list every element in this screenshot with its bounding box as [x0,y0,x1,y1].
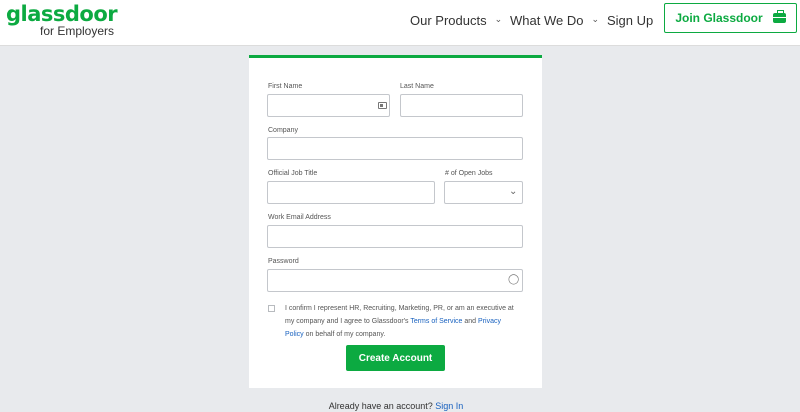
create-account-button[interactable]: Create Account [346,345,445,371]
briefcase-icon [772,10,786,23]
glassdoor-logo[interactable]: glassdoor for Employers [6,2,118,38]
company-label: Company [268,127,298,134]
join-glassdoor-label: Join Glassdoor [675,11,763,25]
logo-subtitle: for Employers [40,24,115,38]
nav-our-products-label: Our Products [410,13,487,28]
password-key-icon[interactable]: ◯ [508,274,519,285]
contact-card-icon [378,102,387,109]
nav-what-we-do[interactable]: What We Do ⌄ [510,13,599,28]
company-field[interactable] [267,137,523,160]
work-email-label: Work Email Address [268,214,331,221]
nav-sign-up-label: Sign Up [607,13,654,28]
open-jobs-label: # of Open Jobs [445,170,493,177]
chevron-down-icon: ⌄ [509,186,518,197]
job-title-label: Official Job Title [268,170,318,177]
nav-sign-up[interactable]: Sign Up [607,13,653,28]
sign-in-link[interactable]: Sign In [435,401,463,411]
nav-what-we-do-label: What We Do [510,13,584,28]
job-title-field[interactable] [267,181,435,204]
nav-our-products[interactable]: Our Products ⌄ [410,13,502,28]
terms-of-service-link[interactable]: Terms of Service [410,318,462,325]
password-field[interactable] [267,269,523,292]
first-name-field[interactable] [267,94,390,117]
first-name-label: First Name [268,83,303,90]
consent-text-after: on behalf of my company. [303,331,386,338]
join-glassdoor-button[interactable]: Join Glassdoor [664,3,797,33]
consent-text-middle: and [462,318,479,325]
logo-wordmark: glassdoor [6,2,118,26]
password-label: Password [268,258,299,265]
chevron-down-icon: ⌄ [494,14,503,24]
work-email-field[interactable] [267,225,523,248]
consent-checkbox[interactable] [268,305,275,312]
signin-prompt: Already have an account? Sign In [0,401,792,411]
last-name-field[interactable] [400,94,523,117]
last-name-label: Last Name [400,83,434,90]
consent-text: I confirm I represent HR, Recruiting, Ma… [285,302,521,341]
top-navigation-bar: glassdoor for Employers Our Products ⌄ W… [0,0,800,46]
chevron-down-icon: ⌄ [591,14,599,24]
signin-prompt-text: Already have an account? [328,401,433,411]
